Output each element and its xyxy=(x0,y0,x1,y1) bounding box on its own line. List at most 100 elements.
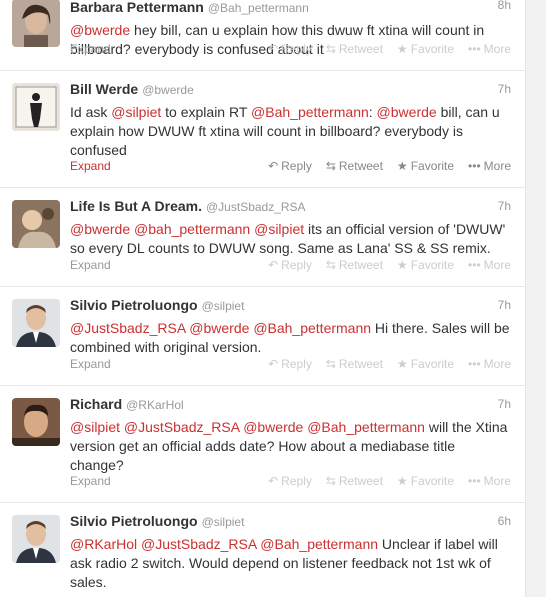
tweet-timestamp[interactable]: 7h xyxy=(498,298,511,312)
tweet-username[interactable]: @silpiet xyxy=(202,515,245,529)
reply-icon: ↶ xyxy=(268,474,279,488)
reply-button[interactable]: ↶ Reply xyxy=(268,474,312,488)
page-scrollbar[interactable] xyxy=(526,0,546,597)
tweet-timestamp[interactable]: 8h xyxy=(498,0,511,12)
tweet-item[interactable]: Bill Werde @bwerde 7h Id ask @silpiet to… xyxy=(0,71,525,188)
mention-link[interactable]: @Bah_pettermann xyxy=(260,536,378,552)
mention-link[interactable]: @bwerde xyxy=(243,419,303,435)
tweet-footer: Expand ↶ Reply ⇆ Retweet ★ Favorite ••• More xyxy=(70,473,511,489)
retweet-button[interactable]: ⇆ Retweet xyxy=(326,357,383,371)
mention-link[interactable]: @bwerde xyxy=(70,221,130,237)
tweet-footer: Expand ↶ Reply ⇆ Retweet ★ Favorite ••• More xyxy=(70,356,511,372)
tweet-username[interactable]: @RKarHol xyxy=(126,398,184,412)
star-icon: ★ xyxy=(396,42,408,56)
more-button[interactable]: ••• More xyxy=(468,159,511,173)
expand-link[interactable]: Expand xyxy=(70,357,111,371)
tweet-timestamp[interactable]: 7h xyxy=(498,199,511,213)
tweet-fullname[interactable]: Barbara Pettermann xyxy=(70,0,204,15)
ellipsis-icon: ••• xyxy=(468,357,481,371)
tweet-fullname[interactable]: Silvio Pietroluongo xyxy=(70,513,198,529)
man-face-avatar-icon[interactable] xyxy=(12,398,60,446)
reply-button[interactable]: ↶ Reply xyxy=(268,159,312,173)
expand-link[interactable]: Expand xyxy=(70,42,111,56)
tweet-text-fragment: : xyxy=(368,104,377,120)
mention-link[interactable]: @Bah_pettermann xyxy=(251,104,369,120)
tweet-item[interactable]: Life Is But A Dream. @JustSbadz_RSA 7h @… xyxy=(0,188,525,287)
tweet-username[interactable]: @Bah_pettermann xyxy=(208,1,309,15)
favorite-button[interactable]: ★ Favorite xyxy=(397,258,454,272)
man-suit-avatar-icon[interactable] xyxy=(12,515,60,563)
tweet-text: @silpiet @JustSbadz_RSA @bwerde @Bah_pet… xyxy=(70,418,510,475)
man-figure-avatar-icon[interactable] xyxy=(12,83,60,131)
tweet-item[interactable]: Silvio Pietroluongo @silpiet 7h @JustSba… xyxy=(0,287,525,386)
star-icon: ★ xyxy=(396,258,408,272)
reply-button[interactable]: ↶ Reply xyxy=(268,42,312,56)
mention-link[interactable]: @silpiet xyxy=(70,419,120,435)
reply-icon: ↶ xyxy=(268,258,279,272)
retweet-button[interactable]: ⇆ Retweet xyxy=(326,474,383,488)
more-button[interactable]: ••• More xyxy=(468,42,511,56)
reply-icon: ↶ xyxy=(268,42,279,56)
tweet-text-fragment: to explain RT xyxy=(161,104,252,120)
reply-icon: ↶ xyxy=(268,357,279,371)
mention-link[interactable]: @RKarHol xyxy=(70,536,137,552)
mention-link[interactable]: @bwerde xyxy=(189,320,249,336)
reply-icon: ↶ xyxy=(268,159,279,173)
mention-link[interactable]: @bwerde xyxy=(70,22,130,38)
woman-avatar-icon[interactable] xyxy=(12,0,60,47)
tweet-timestamp[interactable]: 6h xyxy=(498,514,511,528)
ellipsis-icon: ••• xyxy=(468,42,481,56)
expand-link[interactable]: Expand xyxy=(70,159,111,173)
mention-link[interactable]: @Bah_pettermann xyxy=(307,419,425,435)
mention-link[interactable]: @bah_pettermann xyxy=(134,221,250,237)
retweet-button[interactable]: ⇆ Retweet xyxy=(326,258,383,272)
tweet-item[interactable]: Barbara Pettermann @Bah_pettermann 8h @b… xyxy=(0,0,525,71)
tweet-username[interactable]: @JustSbadz_RSA xyxy=(206,200,306,214)
tweet-text: Id ask @silpiet to explain RT @Bah_pette… xyxy=(70,103,510,160)
mention-link[interactable]: @JustSbadz_RSA xyxy=(70,320,185,336)
tweet-fullname[interactable]: Bill Werde xyxy=(70,81,138,97)
more-button[interactable]: ••• More xyxy=(468,357,511,371)
more-button[interactable]: ••• More xyxy=(468,474,511,488)
retweet-button[interactable]: ⇆ Retweet xyxy=(326,42,383,56)
favorite-button[interactable]: ★ Favorite xyxy=(397,474,454,488)
tweet-timeline: Barbara Pettermann @Bah_pettermann 8h @b… xyxy=(0,0,526,597)
expand-link[interactable]: Expand xyxy=(70,258,111,272)
mention-link[interactable]: @Bah_pettermann xyxy=(253,320,371,336)
tweet-text: @bwerde @bah_pettermann @silpiet its an … xyxy=(70,220,510,258)
tweet-footer: Expand ↶ Reply ⇆ Retweet ★ Favorite ••• More xyxy=(70,41,511,57)
tweet-fullname[interactable]: Silvio Pietroluongo xyxy=(70,297,198,313)
favorite-button[interactable]: ★ Favorite xyxy=(397,159,454,173)
more-button[interactable]: ••• More xyxy=(468,258,511,272)
reply-button[interactable]: ↶ Reply xyxy=(268,258,312,272)
favorite-button[interactable]: ★ Favorite xyxy=(397,42,454,56)
star-icon: ★ xyxy=(396,357,408,371)
mention-link[interactable]: @silpiet xyxy=(111,104,161,120)
ellipsis-icon: ••• xyxy=(468,258,481,272)
star-icon: ★ xyxy=(396,159,408,173)
expand-link[interactable]: Expand xyxy=(70,474,111,488)
tweet-username[interactable]: @silpiet xyxy=(202,299,245,313)
mention-link[interactable]: @JustSbadz_RSA xyxy=(124,419,239,435)
child-photo-avatar-icon[interactable] xyxy=(12,200,60,248)
tweet-text: @RKarHol @JustSbadz_RSA @Bah_pettermann … xyxy=(70,535,510,592)
mention-link[interactable]: @silpiet xyxy=(254,221,304,237)
ellipsis-icon: ••• xyxy=(468,159,481,173)
tweet-text-fragment: Id ask xyxy=(70,104,112,120)
man-suit-avatar-icon[interactable] xyxy=(12,299,60,347)
retweet-icon: ⇆ xyxy=(325,258,336,272)
tweet-item[interactable]: Silvio Pietroluongo @silpiet 6h @RKarHol… xyxy=(0,503,525,597)
tweet-username[interactable]: @bwerde xyxy=(142,83,194,97)
favorite-button[interactable]: ★ Favorite xyxy=(397,357,454,371)
tweet-item[interactable]: Richard @RKarHol 7h @silpiet @JustSbadz_… xyxy=(0,386,525,503)
retweet-icon: ⇆ xyxy=(325,159,336,173)
tweet-footer: Expand ↶ Reply ⇆ Retweet ★ Favorite ••• More xyxy=(70,158,511,174)
mention-link[interactable]: @JustSbadz_RSA xyxy=(141,536,256,552)
mention-link[interactable]: @bwerde xyxy=(377,104,437,120)
tweet-timestamp[interactable]: 7h xyxy=(498,82,511,96)
reply-button[interactable]: ↶ Reply xyxy=(268,357,312,371)
tweet-fullname[interactable]: Life Is But A Dream. xyxy=(70,198,202,214)
tweet-fullname[interactable]: Richard xyxy=(70,396,122,412)
retweet-button[interactable]: ⇆ Retweet xyxy=(326,159,383,173)
tweet-timestamp[interactable]: 7h xyxy=(498,397,511,411)
